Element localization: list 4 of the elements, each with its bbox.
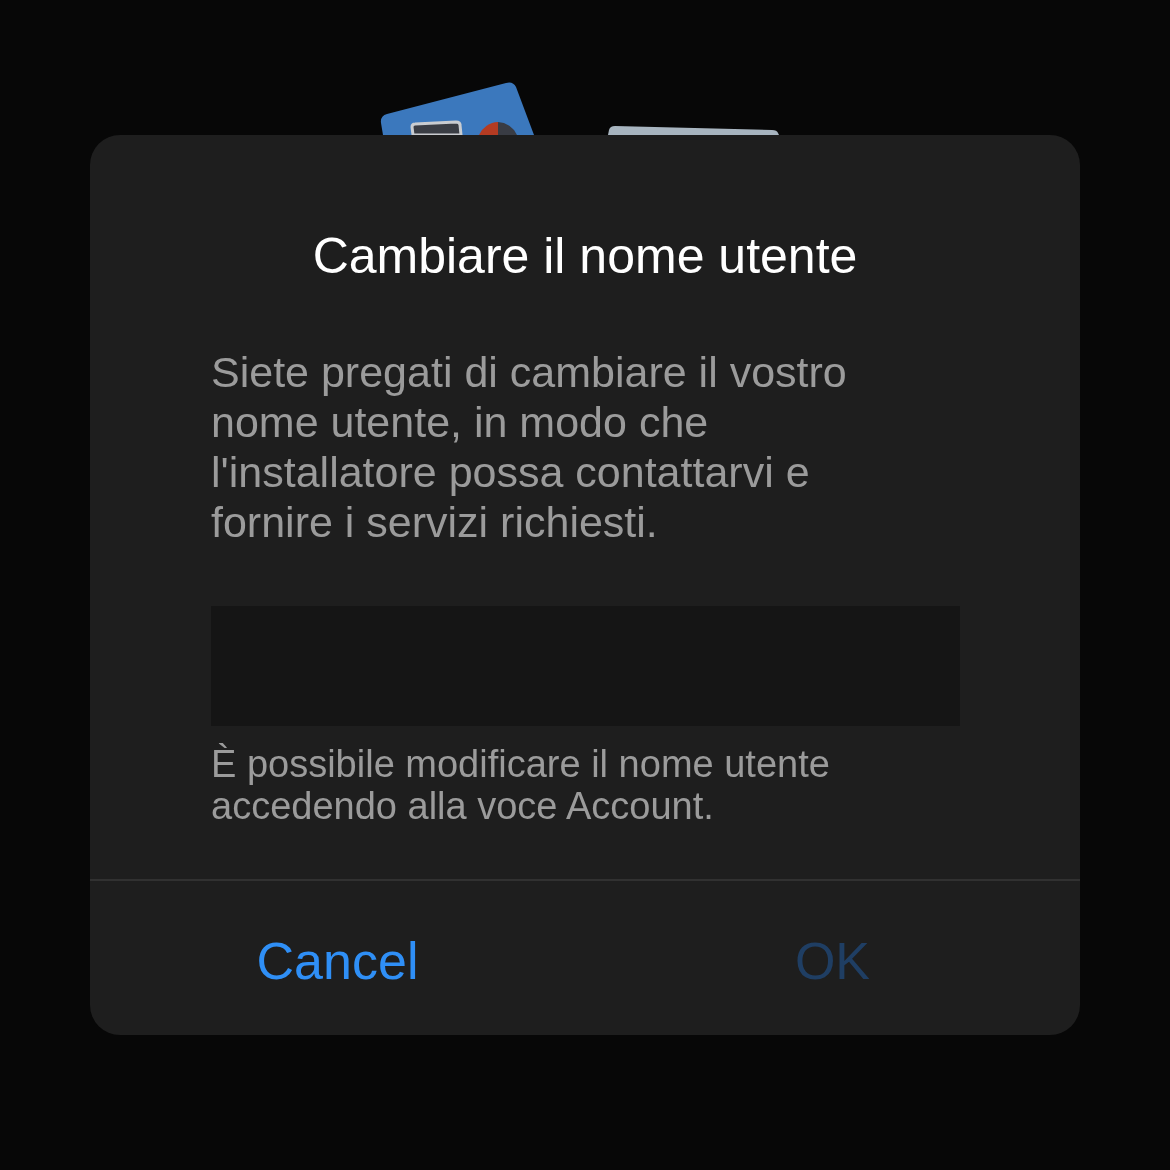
cancel-button[interactable]: Cancel bbox=[256, 931, 419, 991]
dialog-message: Siete pregati di cambiare il vostro nome utente, in modo che l'installatore possa contattarvi e fornire i servizi richiesti. bbox=[211, 347, 848, 547]
dialog-title: Cambiare il nome utente bbox=[311, 227, 859, 286]
hint-text: È possibile modificare il nome utente accedendo alla voce Account. bbox=[211, 743, 831, 827]
